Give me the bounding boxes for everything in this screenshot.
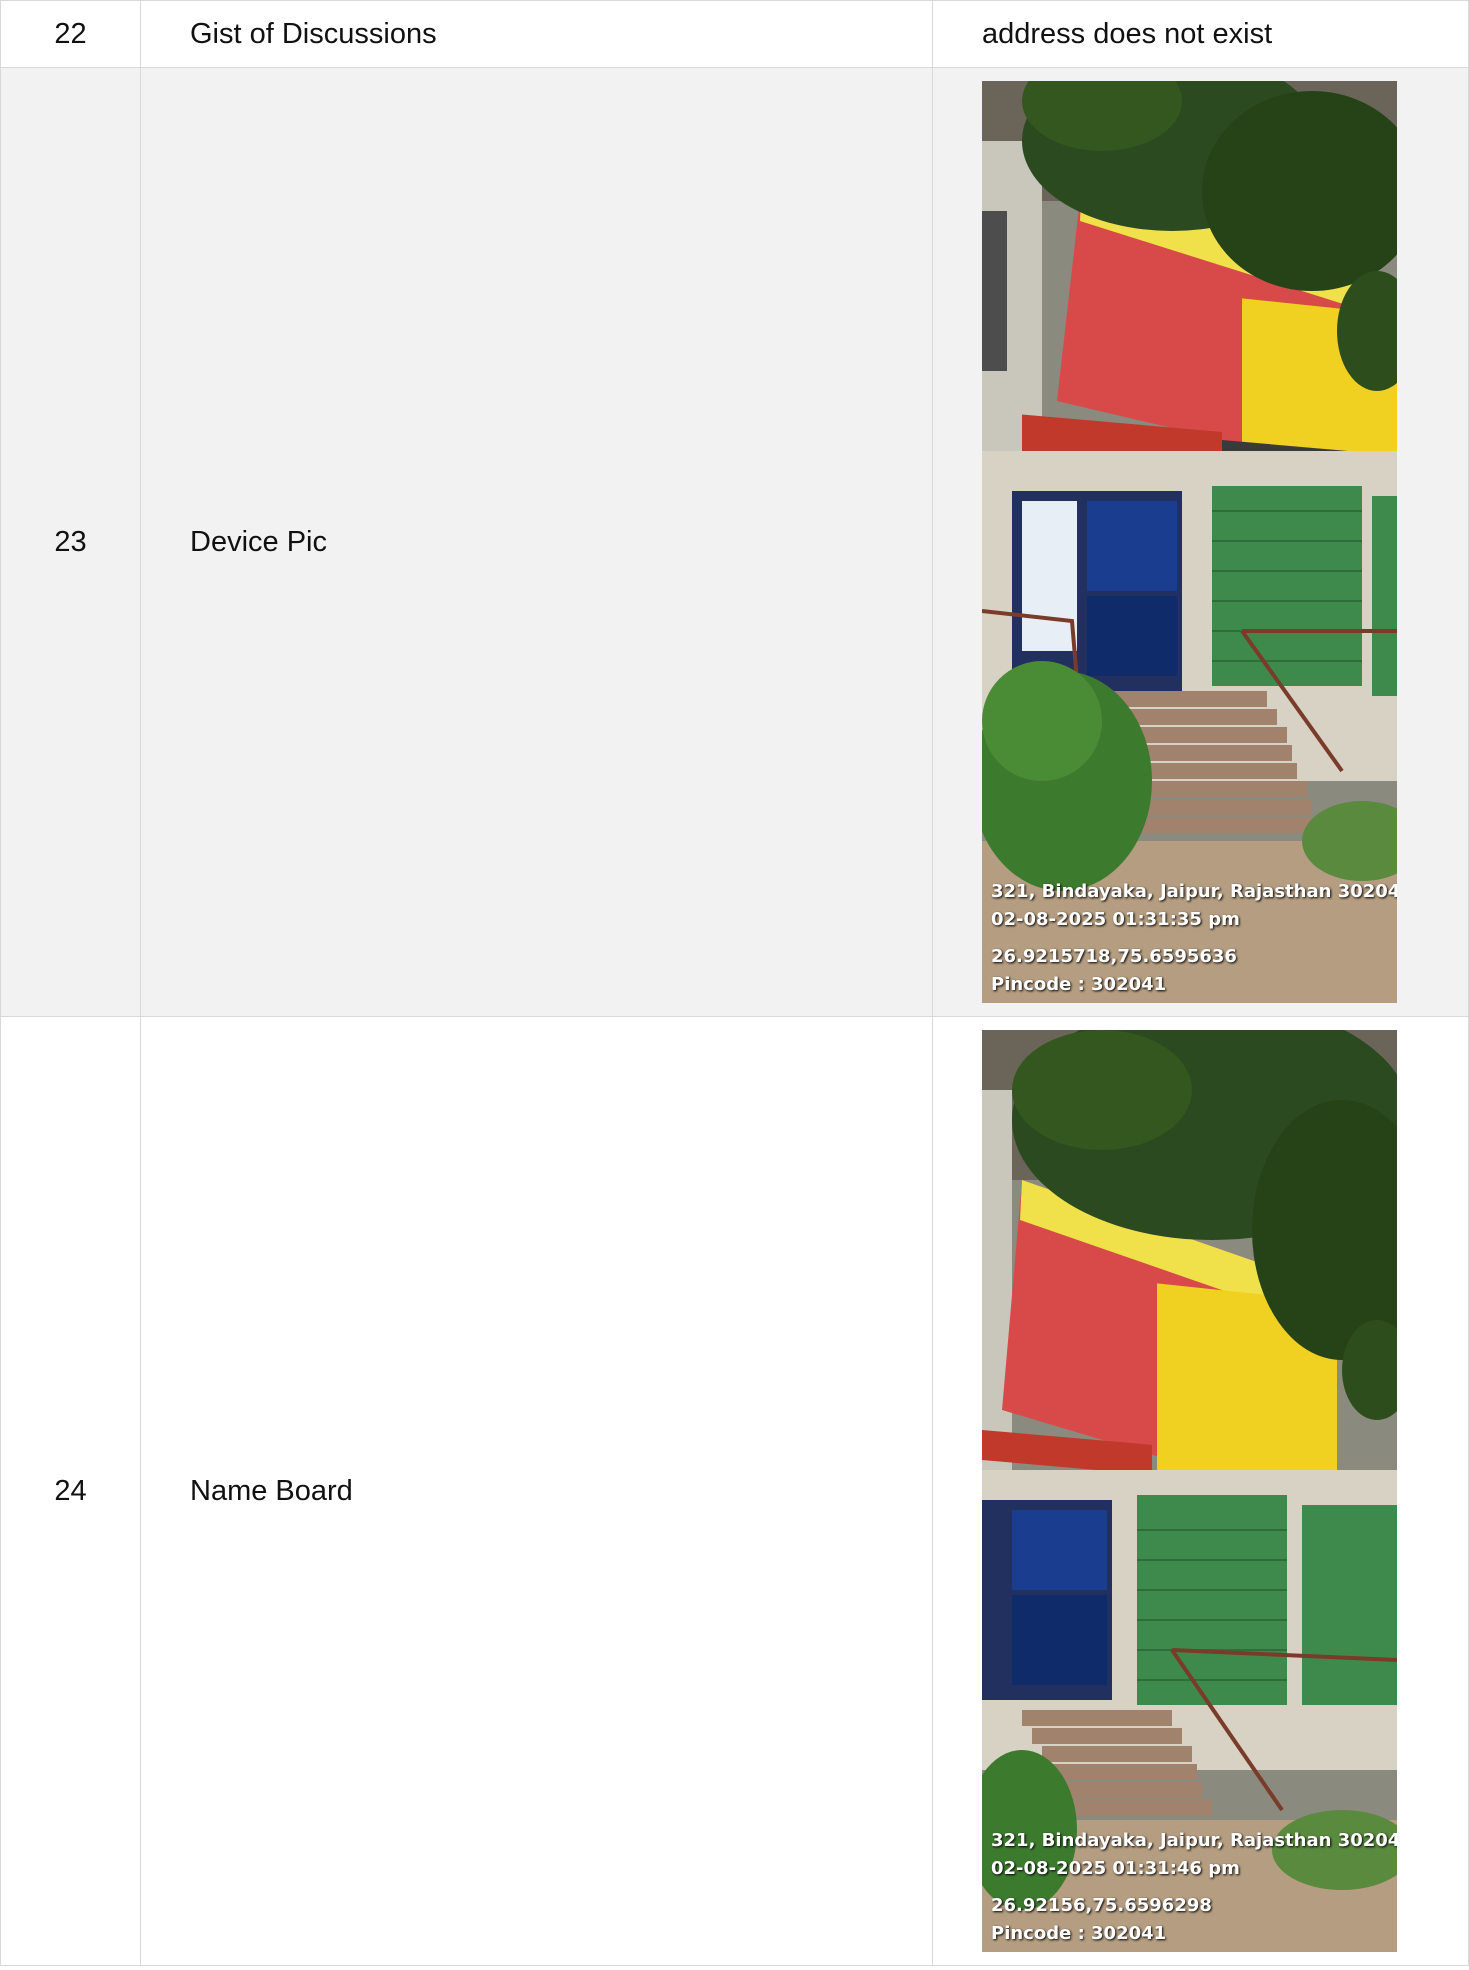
row-number: 24 [0, 1016, 141, 1966]
stamp-pincode: Pincode : 302041 [991, 1923, 1167, 1944]
geo-stamp: 321, Bindayaka, Jaipur, Rajasthan 302041… [991, 878, 1397, 999]
row-label: Device Pic [140, 67, 933, 1017]
row-value-photo: 321, Bindayaka, Jaipur, Rajasthan 302041… [932, 1016, 1469, 1966]
table-row: 23 Device Pic 321, Bindayaka, Jaipur, Ra… [0, 67, 1469, 1017]
row-label: Name Board [140, 1016, 933, 1966]
stamp-datetime: 02-08-2025 01:31:46 pm [991, 1858, 1240, 1879]
stamp-coordinates: 26.9215718,75.6595636 [991, 946, 1237, 967]
inspection-table: 22 Gist of Discussions address does not … [0, 0, 1469, 1966]
geo-stamp: 321, Bindayaka, Jaipur, Rajasthan 302041… [991, 1827, 1397, 1948]
row-number: 23 [0, 67, 141, 1017]
stamp-pincode: Pincode : 302041 [991, 974, 1167, 995]
row-value-photo: 321, Bindayaka, Jaipur, Rajasthan 302041… [932, 67, 1469, 1017]
stamp-address: 321, Bindayaka, Jaipur, Rajasthan 302041… [991, 881, 1397, 902]
storefront-scene [982, 81, 1397, 1003]
stamp-address: 321, Bindayaka, Jaipur, Rajasthan 302041… [991, 1830, 1397, 1851]
stamp-datetime: 02-08-2025 01:31:35 pm [991, 909, 1240, 930]
stamp-coordinates: 26.92156,75.6596298 [991, 1895, 1212, 1916]
name-board-photo[interactable]: 321, Bindayaka, Jaipur, Rajasthan 302041… [982, 1030, 1397, 1952]
row-label: Gist of Discussions [140, 0, 933, 68]
storefront-scene [982, 1030, 1397, 1952]
row-number: 22 [0, 0, 141, 68]
row-value: address does not exist [932, 0, 1469, 68]
table-row: 24 Name Board 321, Bindayaka, Jaipur, Ra… [0, 1016, 1469, 1966]
table-row: 22 Gist of Discussions address does not … [0, 0, 1469, 68]
device-photo[interactable]: 321, Bindayaka, Jaipur, Rajasthan 302041… [982, 81, 1397, 1003]
